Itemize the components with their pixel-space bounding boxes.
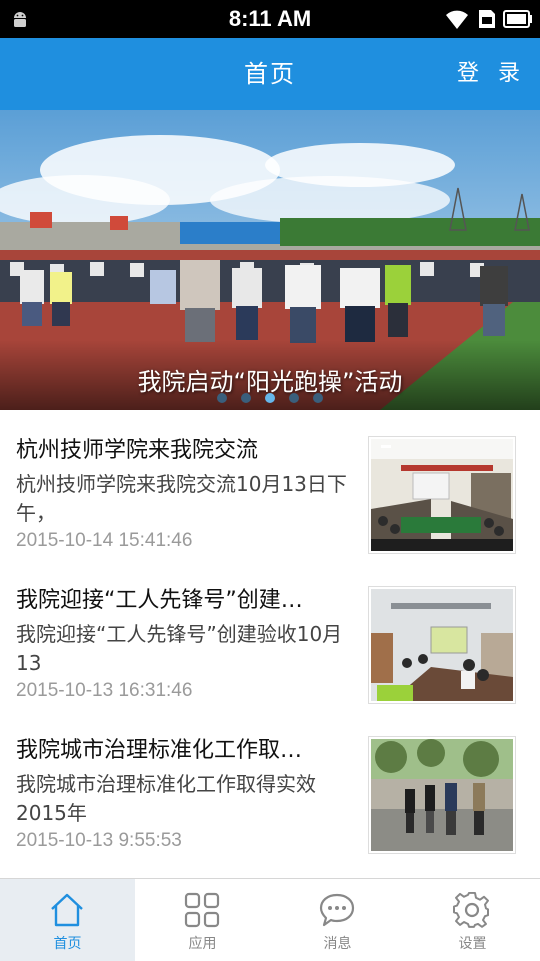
news-summary: 我院城市治理标准化工作取得实效2015年 — [16, 772, 316, 825]
status-bar: 8:11 AM — [0, 0, 540, 38]
home-icon — [51, 893, 83, 927]
news-title: 我院迎接“工人先锋号”创建… — [16, 588, 303, 613]
tab-home[interactable]: 首页 — [0, 879, 135, 961]
bottom-nav: 首页 应用 消息 设置 — [0, 878, 540, 961]
tab-label: 首页 — [53, 936, 82, 952]
carousel-dot[interactable] — [313, 393, 323, 403]
tab-apps[interactable]: 应用 — [135, 879, 270, 961]
wifi-icon — [446, 10, 468, 29]
news-time: 2015-10-13 9:55:53 — [16, 830, 182, 851]
banner-dots — [0, 393, 540, 407]
login-button[interactable]: 登 录 — [457, 38, 526, 110]
carousel-dot[interactable] — [289, 393, 299, 403]
news-time: 2015-10-14 15:41:46 — [16, 530, 193, 551]
tab-label: 应用 — [188, 936, 217, 952]
tab-messages[interactable]: 消息 — [270, 879, 405, 961]
banner-caption: 我院启动“阳光跑操”活动 — [137, 368, 403, 396]
news-thumbnail — [368, 436, 516, 554]
gear-icon — [453, 891, 489, 928]
news-thumbnail — [368, 736, 516, 854]
battery-icon — [503, 10, 532, 28]
news-item[interactable]: 杭州技师学院来我院交流 杭州技师学院来我院交流10月13日下午， 2015-10… — [0, 412, 540, 562]
news-thumbnail — [368, 586, 516, 704]
news-summary: 我院迎接“工人先锋号”创建验收10月13 — [16, 622, 343, 675]
tab-settings[interactable]: 设置 — [405, 879, 540, 961]
news-title: 杭州技师学院来我院交流 — [16, 438, 259, 463]
news-time: 2015-10-13 16:31:46 — [16, 680, 193, 701]
carousel-dot[interactable] — [241, 393, 251, 403]
carousel-dot[interactable] — [265, 393, 275, 403]
news-summary: 杭州技师学院来我院交流10月13日下午， — [16, 472, 347, 525]
tab-label: 消息 — [323, 936, 352, 952]
title-bar: 首页 登 录 — [0, 38, 540, 110]
news-item[interactable]: 我院迎接“工人先锋号”创建… 我院迎接“工人先锋号”创建验收10月13 2015… — [0, 562, 540, 712]
sim-icon — [479, 10, 495, 28]
banner-carousel[interactable]: 我院启动“阳光跑操”活动 — [0, 110, 540, 410]
news-item[interactable]: 我院城市治理标准化工作取… 我院城市治理标准化工作取得实效2015年 2015-… — [0, 712, 540, 862]
tab-label: 设置 — [458, 936, 487, 952]
news-title: 我院城市治理标准化工作取… — [16, 738, 303, 763]
message-icon — [319, 893, 355, 927]
apps-grid-icon — [184, 892, 220, 928]
carousel-dot[interactable] — [217, 393, 227, 403]
